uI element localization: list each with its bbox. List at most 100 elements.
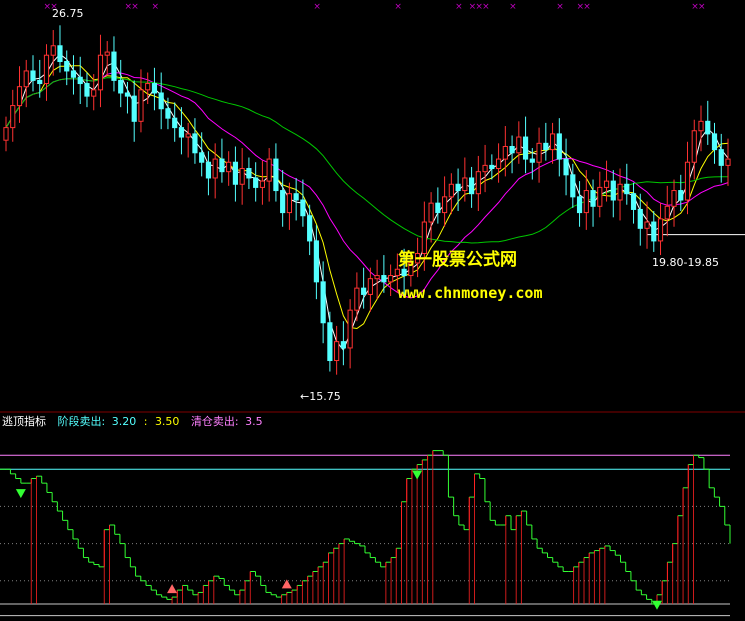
candle-body xyxy=(151,83,158,94)
candle-body xyxy=(313,240,319,283)
candle-body xyxy=(192,133,198,154)
candle-body xyxy=(300,199,306,217)
candle-body xyxy=(442,196,448,214)
top-x-mark: × xyxy=(583,2,591,12)
candle-body xyxy=(70,70,77,78)
candle-body xyxy=(394,268,400,277)
candle-body xyxy=(64,61,70,72)
candle-body xyxy=(77,76,83,85)
candle-body xyxy=(617,183,623,201)
candle-body xyxy=(671,190,677,207)
candle-body xyxy=(97,54,104,91)
candle-body xyxy=(253,177,259,188)
candle-body xyxy=(158,92,164,110)
candle-body xyxy=(597,186,603,207)
candle-body xyxy=(651,221,657,242)
candle-body xyxy=(226,161,232,173)
candle-body xyxy=(468,177,475,195)
candle-body xyxy=(293,193,299,201)
candle-body xyxy=(610,180,616,201)
candle-body xyxy=(563,158,569,176)
candle-body xyxy=(91,89,97,97)
top-x-mark: × xyxy=(313,2,321,12)
candle-body xyxy=(684,161,691,201)
candle-body xyxy=(361,287,367,295)
candle-body xyxy=(111,51,117,81)
stock-chart: × × × × × × × × × × × × × × × × × 26.75 ←15.75 19.80-19.… xyxy=(0,2,745,617)
candle-body xyxy=(388,275,394,283)
candle-body xyxy=(603,180,610,188)
candle-body xyxy=(489,164,495,170)
candlestick-panel: × × × × × × × × × × × × × × × × × xyxy=(3,2,745,375)
candle-body xyxy=(205,161,212,179)
candle-body xyxy=(266,158,272,182)
indicator-title: 逃顶指标 xyxy=(2,414,46,428)
candle-body xyxy=(340,341,346,349)
candle-body xyxy=(239,168,245,185)
candle-body xyxy=(522,136,529,160)
buy-arrow-icon xyxy=(281,579,292,589)
clear-sell-name: 清仓卖出: xyxy=(191,414,239,428)
candle-body xyxy=(259,180,266,188)
top-x-mark: × xyxy=(151,2,159,12)
candle-body xyxy=(556,133,562,160)
candle-body xyxy=(185,133,191,138)
candle-body xyxy=(536,142,542,163)
candle-body xyxy=(84,83,90,97)
candle-body xyxy=(428,202,434,223)
candle-body xyxy=(543,142,549,151)
candle-body xyxy=(354,287,360,311)
candle-body xyxy=(327,322,333,362)
candle-body xyxy=(57,45,63,63)
candle-body xyxy=(509,145,515,154)
candle-body xyxy=(138,89,144,122)
indicator-legend: 逃顶指标 阶段卖出: 3.20 : 3.50 清仓卖出: 3.5 xyxy=(2,414,263,428)
candle-body xyxy=(644,221,650,229)
candle-body xyxy=(16,86,23,107)
sell-arrow-icon xyxy=(652,600,662,610)
clear-sell-value: 3.5 xyxy=(245,415,263,428)
candle-body xyxy=(320,281,326,324)
candle-body xyxy=(381,275,387,283)
candle-body xyxy=(421,221,427,255)
candle-body xyxy=(347,309,353,349)
candle-body xyxy=(711,133,718,151)
candle-body xyxy=(334,341,340,362)
candle-body xyxy=(232,161,239,185)
candle-body xyxy=(462,177,468,192)
stage-sell-sep: : xyxy=(144,415,148,428)
candle-body xyxy=(50,45,56,56)
range-price-label: 19.80-19.85 xyxy=(652,256,719,269)
candle-body xyxy=(570,174,576,198)
candle-body xyxy=(124,92,131,97)
stage-sell-value2: 3.50 xyxy=(155,415,180,428)
top-x-mark: × xyxy=(556,2,564,12)
stage-sell-value1: 3.20 xyxy=(112,415,137,428)
top-x-mark: × xyxy=(455,2,463,12)
stage-sell-name: 阶段卖出: xyxy=(58,414,106,428)
top-x-mark: × xyxy=(394,2,402,12)
candle-body xyxy=(705,120,711,135)
candle-body xyxy=(718,149,724,166)
candle-body xyxy=(374,275,380,280)
candle-body xyxy=(502,145,508,160)
candle-body xyxy=(246,168,252,179)
high-price-label: 26.75 xyxy=(52,7,84,20)
candle-body xyxy=(23,70,29,88)
top-x-mark: × xyxy=(131,2,139,12)
sell-arrow-icon xyxy=(15,489,26,499)
top-x-mark: × xyxy=(509,2,517,12)
candle-body xyxy=(165,108,171,119)
candle-body xyxy=(199,152,205,163)
candle-body xyxy=(678,190,684,201)
candle-body xyxy=(516,136,522,154)
candle-body xyxy=(529,158,535,163)
candle-body xyxy=(576,196,583,214)
top-x-mark: × xyxy=(482,2,490,12)
candle-body xyxy=(30,70,36,81)
candle-body xyxy=(367,278,373,295)
candle-body xyxy=(43,54,50,85)
candle-body xyxy=(549,133,556,151)
candle-body xyxy=(725,158,731,166)
candle-body xyxy=(657,218,664,242)
